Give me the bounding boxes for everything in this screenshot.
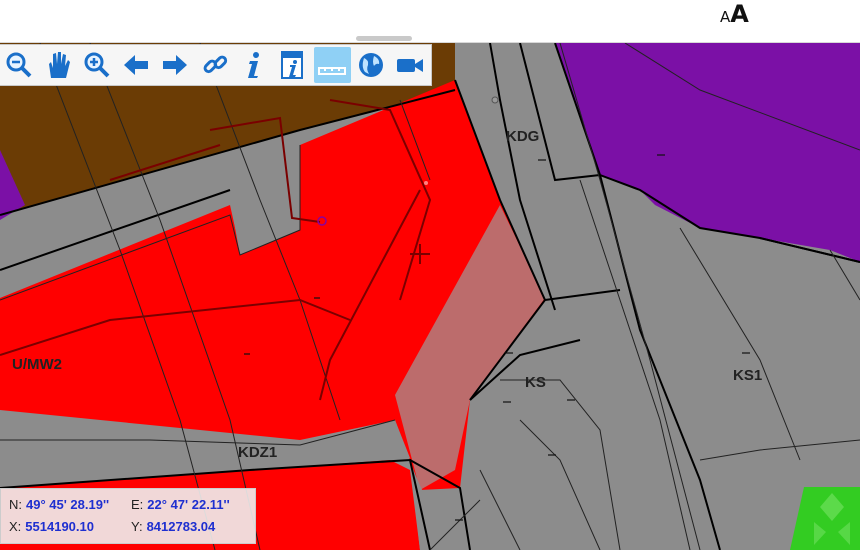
globe-button[interactable] [353, 47, 390, 83]
zoom-in-button[interactable] [78, 47, 115, 83]
coord-y: Y: 8412783.04 [131, 519, 215, 534]
font-size-large-label: A [730, 0, 749, 28]
info-document-button[interactable] [274, 47, 311, 83]
zone-label-kdz1: KDZ1 [238, 444, 278, 461]
info-icon [247, 52, 259, 78]
coord-x: X: 5514190.10 [9, 519, 94, 534]
zone-label-umw2: U/MW2 [12, 356, 62, 373]
zone-label-kdg: KDG [506, 128, 540, 145]
zoom-out-icon [6, 52, 32, 78]
zone-label-ks1: KS1 [733, 367, 763, 384]
globe-icon [359, 53, 384, 77]
info-button[interactable] [235, 47, 272, 83]
horizontal-scrollbar-thumb[interactable] [356, 36, 412, 41]
back-button[interactable] [118, 47, 155, 83]
font-size-toggle[interactable]: AA [720, 0, 749, 28]
info-document-icon [280, 51, 303, 79]
coord-e: E: 22° 47' 22.11'' [131, 497, 230, 512]
pan-button[interactable] [39, 47, 76, 83]
video-button[interactable] [392, 47, 429, 83]
top-bar: AA [0, 0, 860, 43]
back-arrow-icon [124, 55, 149, 75]
map-nav-widget[interactable] [804, 487, 860, 550]
coord-y-value: 8412783.04 [146, 519, 216, 534]
coord-n: N: 49° 45' 28.19'' [9, 497, 109, 512]
zoom-in-icon [84, 52, 110, 78]
forward-arrow-icon [163, 55, 188, 75]
coord-y-label: Y: [131, 519, 143, 534]
coord-n-label: N: [9, 497, 22, 512]
map-view[interactable]: KDG KS KS1 U/MW2 KDZ1 [0, 43, 860, 550]
link-button[interactable] [196, 47, 233, 83]
coord-e-label: E: [131, 497, 144, 512]
measure-button[interactable] [313, 47, 351, 83]
forward-button[interactable] [157, 47, 194, 83]
video-camera-icon [397, 59, 424, 72]
coord-n-value: 49° 45' 28.19'' [26, 497, 110, 512]
link-icon [203, 55, 227, 74]
map-toolbar [0, 44, 432, 86]
coord-x-value: 5514190.10 [25, 519, 94, 534]
coordinates-panel: N: 49° 45' 28.19'' E: 22° 47' 22.11'' X: 55… [0, 488, 256, 544]
zoom-out-button[interactable] [0, 47, 37, 83]
coord-x-label: X: [9, 519, 22, 534]
zone-label-ks: KS [525, 374, 546, 391]
font-size-small-label: A [720, 8, 731, 26]
measure-ruler-icon [318, 67, 347, 75]
pan-hand-icon [48, 52, 70, 78]
coord-e-value: 22° 47' 22.11'' [147, 497, 230, 512]
